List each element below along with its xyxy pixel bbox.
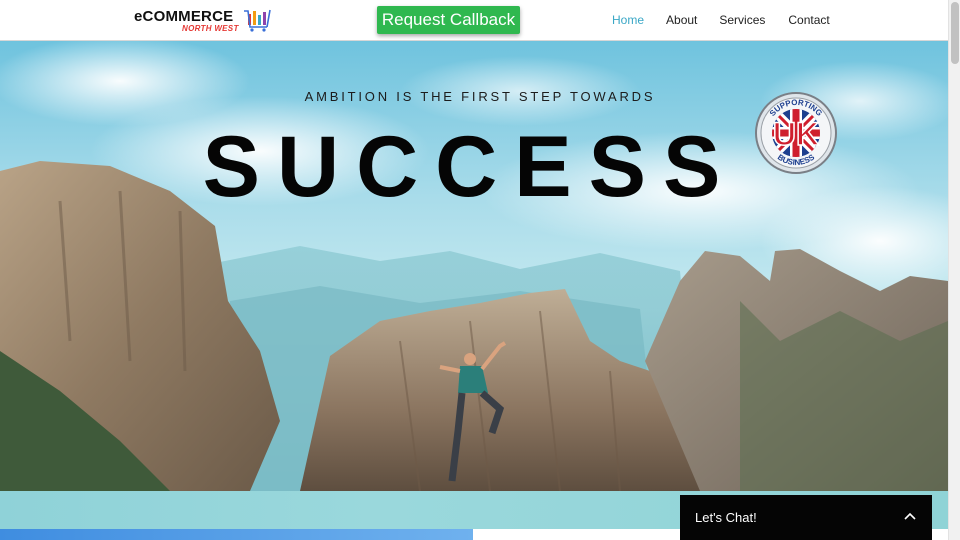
nav-item-home[interactable]: Home [612,0,644,40]
chat-widget[interactable]: Let's Chat! [680,495,932,540]
hero-headline: SUCCESS [202,119,738,215]
request-callback-button[interactable]: Request Callback [377,6,520,34]
nav-item-about[interactable]: About [666,0,697,40]
scrollbar-thumb[interactable] [951,2,959,64]
badge-uk-text: UK [773,116,819,152]
logo-sub-text: NORTH WEST [182,24,239,33]
next-section-image-edge [0,529,473,540]
chevron-up-icon [904,512,916,520]
page-scrollbar[interactable] [948,0,960,540]
chat-label: Let's Chat! [695,510,757,525]
nav-item-services[interactable]: Services [719,0,765,40]
nav-item-contact[interactable]: Contact [788,0,829,40]
main-nav: Home About Services Contact [612,0,830,40]
logo-main-text: eCOMMERCE [134,8,234,25]
site-logo[interactable]: eCOMMERCE NORTH WEST [134,8,274,36]
site-header: eCOMMERCE NORTH WEST Request Callback Ho… [0,0,948,41]
shopping-cart-bars-icon [244,9,271,32]
hero-section: AMBITION IS THE FIRST STEP TOWARDS SUCCE… [0,41,948,491]
union-jack-badge: UK SUPPORTING BUSINESS [755,92,837,174]
page: eCOMMERCE NORTH WEST Request Callback Ho… [0,0,960,540]
